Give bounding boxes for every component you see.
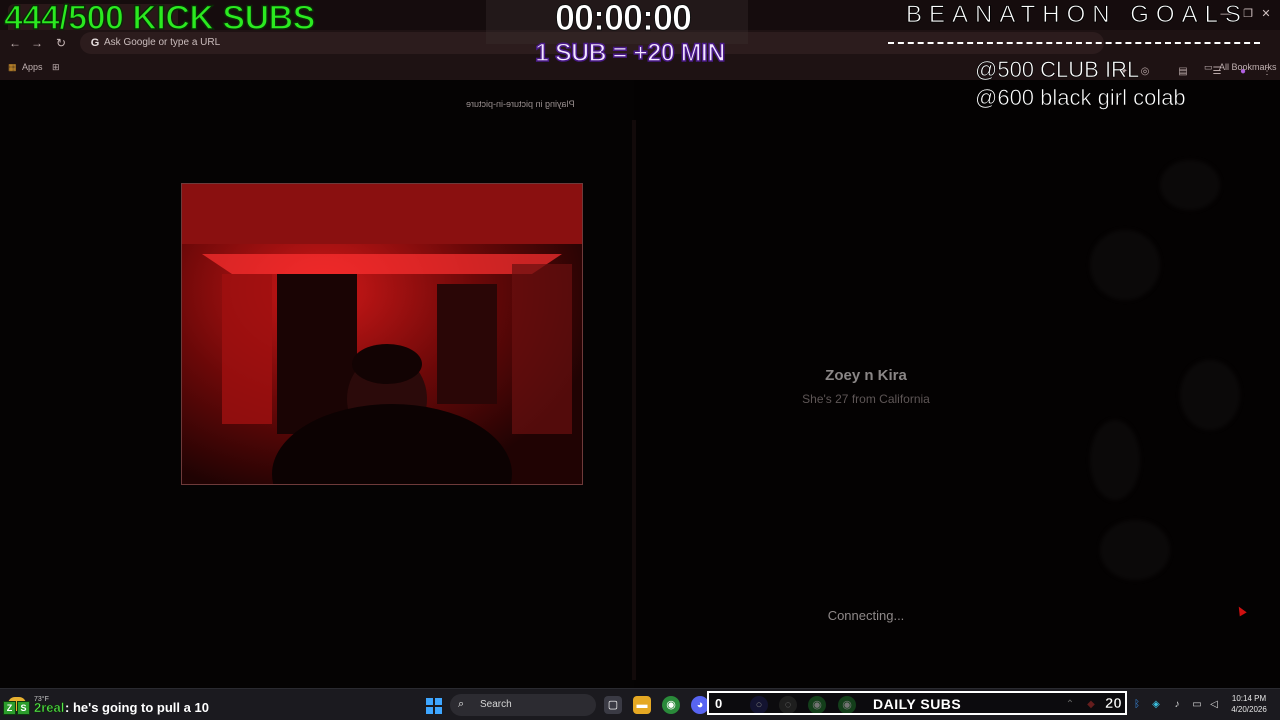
address-placeholder: Ask Google or type a URL [104,37,221,48]
mouse-cursor-icon [1235,604,1247,617]
start-button[interactable] [426,698,442,714]
clock-time: 10:14 PM [1231,694,1267,703]
volume-icon[interactable]: ◁ [1207,698,1221,712]
webcam-image [182,184,582,484]
chat-username: 2real [34,700,65,716]
goal-item: @600 black girl colab [975,85,1186,111]
bookmark-all-bookmarks[interactable]: All Bookmarks [1219,61,1277,73]
goals-title: BEANATHON GOALS [906,1,1248,28]
local-video-pane: Playing in picture-in-picture [0,80,634,688]
apps-icon[interactable]: ▦ [8,61,17,73]
background-shape [1100,520,1170,580]
kick-subs-counter: 444/500 KICK SUBS [3,0,316,38]
file-explorer-icon[interactable]: ▬ [633,696,651,714]
background-shape [1090,420,1140,500]
chat-message: : he's going to pull a 10 [65,700,209,715]
taskbar-search[interactable]: ⌕ Search [450,694,596,716]
chat-badge-icon: S [17,701,30,715]
search-icon: ⌕ [458,698,465,710]
background-shape [1090,230,1160,300]
goals-divider [888,42,1260,44]
daily-subs-goal: 20 [1105,695,1122,713]
stranger-name: Zoey n Kira [825,367,907,384]
daily-subs-count: 0 [715,696,723,711]
page-content: Playing in picture-in-picture Zoey n Kir… [0,80,1280,688]
tray-app-icon[interactable]: ◈ [1149,698,1163,712]
network-icon[interactable]: ▭ [1190,698,1204,712]
screen: — ❐ ✕ ← → ↻ G Ask Google or type a URL ✦… [0,0,1280,720]
webcam-feed[interactable] [181,183,583,485]
daily-subs-bar: 0 DAILY SUBS 20 [707,691,1127,715]
subathon-timer: 00:00:00 [554,0,692,38]
connection-status: Connecting... [827,608,905,623]
daily-subs-label: DAILY SUBS [873,696,962,712]
pip-status-text: Playing in picture-in-picture [466,99,575,109]
search-label: Search [480,699,512,710]
chrome-icon[interactable]: ◉ [662,696,680,714]
close-icon[interactable]: ✕ [1258,6,1274,22]
bookmark-apps[interactable]: Apps [22,61,43,73]
clock[interactable]: 10:14 PM 4/20/2026 [1224,693,1274,715]
goal-item: @500 CLUB IRL [975,57,1140,83]
task-view-icon[interactable]: ▢ [604,696,622,714]
chat-badge-icon: Z [3,701,16,715]
stranger-info: She's 27 from California [802,392,930,406]
google-icon: G [90,37,100,49]
background-shape [1180,360,1240,430]
clock-date: 4/20/2026 [1231,705,1267,714]
folder-icon: ▭ [1204,62,1213,72]
tab-search-icon[interactable]: ⊞ [52,61,60,73]
chat-badges: Z S [3,701,31,715]
microphone-icon[interactable]: ♪ [1170,698,1184,712]
bluetooth-icon[interactable]: ᛒ [1130,698,1144,712]
sub-time-rule: 1 SUB = +20 MIN [534,38,726,68]
pane-divider [632,120,636,680]
background-shape [1160,160,1220,210]
